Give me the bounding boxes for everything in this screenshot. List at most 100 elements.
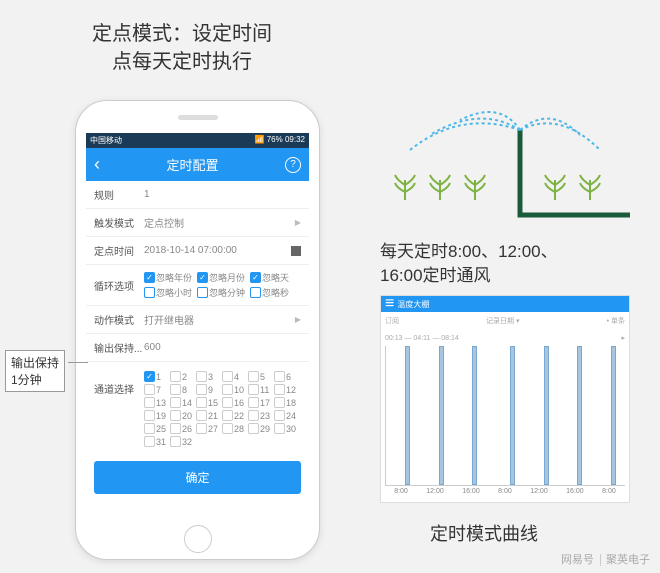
channel-cell[interactable]: 30 [274, 423, 298, 434]
channel-cell[interactable]: 21 [196, 410, 220, 421]
channel-cell[interactable]: 7 [144, 384, 168, 395]
rule-value: 1 [144, 189, 301, 200]
channel-cell[interactable]: ✓1 [144, 371, 168, 382]
channel-cell[interactable]: 31 [144, 436, 168, 447]
chart-bar [510, 346, 515, 485]
status-right: 📶 76% 09:32 [255, 135, 305, 146]
channel-cell[interactable]: 16 [222, 397, 246, 408]
x-label: 12:00 [530, 488, 548, 495]
channel-cell[interactable]: 12 [274, 384, 298, 395]
x-label: 8:00 [394, 488, 408, 495]
phone-screen: 中国移动 📶 76% 09:32 ‹ 定时配置 ? 规则 1 触发模式 定点控制… [86, 133, 309, 519]
channel-cell[interactable]: 25 [144, 423, 168, 434]
channel-cell[interactable]: 22 [222, 410, 246, 421]
help-icon[interactable]: ? [285, 157, 301, 173]
x-label: 12:00 [426, 488, 444, 495]
chart-caption: 定时模式曲线 [430, 520, 538, 546]
channel-cell[interactable]: 4 [222, 371, 246, 382]
chart-controls: 订阅记录日期 ▾• 单条 [381, 312, 629, 330]
chart-x-labels: 8:00 12:00 16:00 8:00 12:00 16:00 8:00 [381, 486, 629, 495]
channel-cell[interactable]: 17 [248, 397, 272, 408]
row-time[interactable]: 定点时间 2018-10-14 07:00:00 [86, 237, 309, 265]
chart-bar [405, 346, 410, 485]
time-value: 2018-10-14 07:00:00 [144, 245, 291, 256]
chart-bar [544, 346, 549, 485]
phone-frame: 中国移动 📶 76% 09:32 ‹ 定时配置 ? 规则 1 触发模式 定点控制… [75, 100, 320, 560]
channel-cell[interactable]: 9 [196, 384, 220, 395]
channel-cell[interactable]: 10 [222, 384, 246, 395]
carrier: 中国移动 [90, 135, 122, 146]
top-title: 定点模式：设定时间 点每天定时执行 [92, 20, 272, 76]
x-label: 8:00 [602, 488, 616, 495]
app-header: ‹ 定时配置 ? [86, 148, 309, 181]
channel-cell[interactable]: 26 [170, 423, 194, 434]
channel-cell[interactable]: 32 [170, 436, 194, 447]
trigger-value: 定点控制 [144, 215, 295, 230]
status-bar: 中国移动 📶 76% 09:32 [86, 133, 309, 148]
loop-option[interactable]: 忽略小时 [144, 286, 192, 299]
action-value: 打开继电器 [144, 312, 295, 327]
chart-bar [577, 346, 582, 485]
chart-date-range: 00:13 — 04:11 — 08:14▸ [381, 330, 629, 346]
calendar-icon[interactable] [291, 246, 301, 256]
channel-cell[interactable]: 13 [144, 397, 168, 408]
chart-title: 温度大棚 [397, 299, 429, 310]
channel-cell[interactable]: 8 [170, 384, 194, 395]
chart-header: ≡ 温度大棚 [381, 296, 629, 312]
channel-cell[interactable]: 15 [196, 397, 220, 408]
row-action[interactable]: 动作模式 打开继电器 ▶ [86, 306, 309, 334]
channel-cell[interactable]: 23 [248, 410, 272, 421]
channel-cell[interactable]: 6 [274, 371, 298, 382]
x-label: 16:00 [566, 488, 584, 495]
loop-option[interactable]: ✓忽略月份 [197, 271, 245, 284]
chart-panel: ≡ 温度大棚 订阅记录日期 ▾• 单条 00:13 — 04:11 — 08:1… [380, 295, 630, 503]
chart-area [385, 346, 625, 486]
loop-label: 循环选项 [94, 278, 144, 293]
x-label: 16:00 [462, 488, 480, 495]
channel-label: 通道选择 [94, 381, 144, 396]
trigger-label: 触发模式 [94, 215, 144, 230]
row-trigger[interactable]: 触发模式 定点控制 ▶ [86, 209, 309, 237]
loop-option[interactable]: 忽略分钟 [197, 286, 245, 299]
footer-author: 聚英电子 [600, 554, 650, 566]
channel-cell[interactable]: 14 [170, 397, 194, 408]
chart-bar [611, 346, 616, 485]
channel-cell[interactable]: 11 [248, 384, 272, 395]
row-output[interactable]: 输出保持... 600 [86, 334, 309, 362]
channel-cell[interactable]: 28 [222, 423, 246, 434]
channel-cell[interactable]: 27 [196, 423, 220, 434]
row-loop: 循环选项 ✓忽略年份 ✓忽略月份 ✓忽略天忽略小时忽略分钟忽略秒 [86, 265, 309, 306]
rule-label: 规则 [94, 187, 144, 202]
channel-cell[interactable]: 5 [248, 371, 272, 382]
channel-cell[interactable]: 19 [144, 410, 168, 421]
schedule-text: 每天定时8:00、12:00、 16:00定时通风 [380, 240, 558, 288]
chart-bar [472, 346, 477, 485]
loop-option[interactable]: 忽略秒 [250, 286, 289, 299]
channel-cell[interactable]: 3 [196, 371, 220, 382]
chart-bar [439, 346, 444, 485]
home-button[interactable] [184, 525, 212, 553]
channel-cell[interactable]: 29 [248, 423, 272, 434]
action-label: 动作模式 [94, 312, 144, 327]
loop-option[interactable]: ✓忽略年份 [144, 271, 192, 284]
phone-speaker [178, 115, 218, 120]
row-rule[interactable]: 规则 1 [86, 181, 309, 209]
loop-option[interactable]: ✓忽略天 [250, 271, 289, 284]
callout-box: 输出保持 1分钟 [5, 350, 65, 392]
channel-cell[interactable]: 18 [274, 397, 298, 408]
header-title: 定时配置 [166, 155, 218, 174]
channel-cell[interactable]: 20 [170, 410, 194, 421]
channel-cell[interactable]: 24 [274, 410, 298, 421]
chevron-icon: ▶ [295, 218, 301, 227]
time-label: 定点时间 [94, 243, 144, 258]
back-icon[interactable]: ‹ [94, 154, 100, 175]
chevron-icon: ▶ [295, 315, 301, 324]
channel-cell[interactable]: 2 [170, 371, 194, 382]
sprinkler-illustration [380, 95, 630, 225]
output-label: 输出保持... [94, 340, 144, 355]
callout-line [68, 362, 88, 363]
x-label: 8:00 [498, 488, 512, 495]
confirm-button[interactable]: 确定 [94, 461, 301, 494]
output-value: 600 [144, 342, 301, 353]
footer: 网易号 聚英电子 [553, 551, 650, 567]
